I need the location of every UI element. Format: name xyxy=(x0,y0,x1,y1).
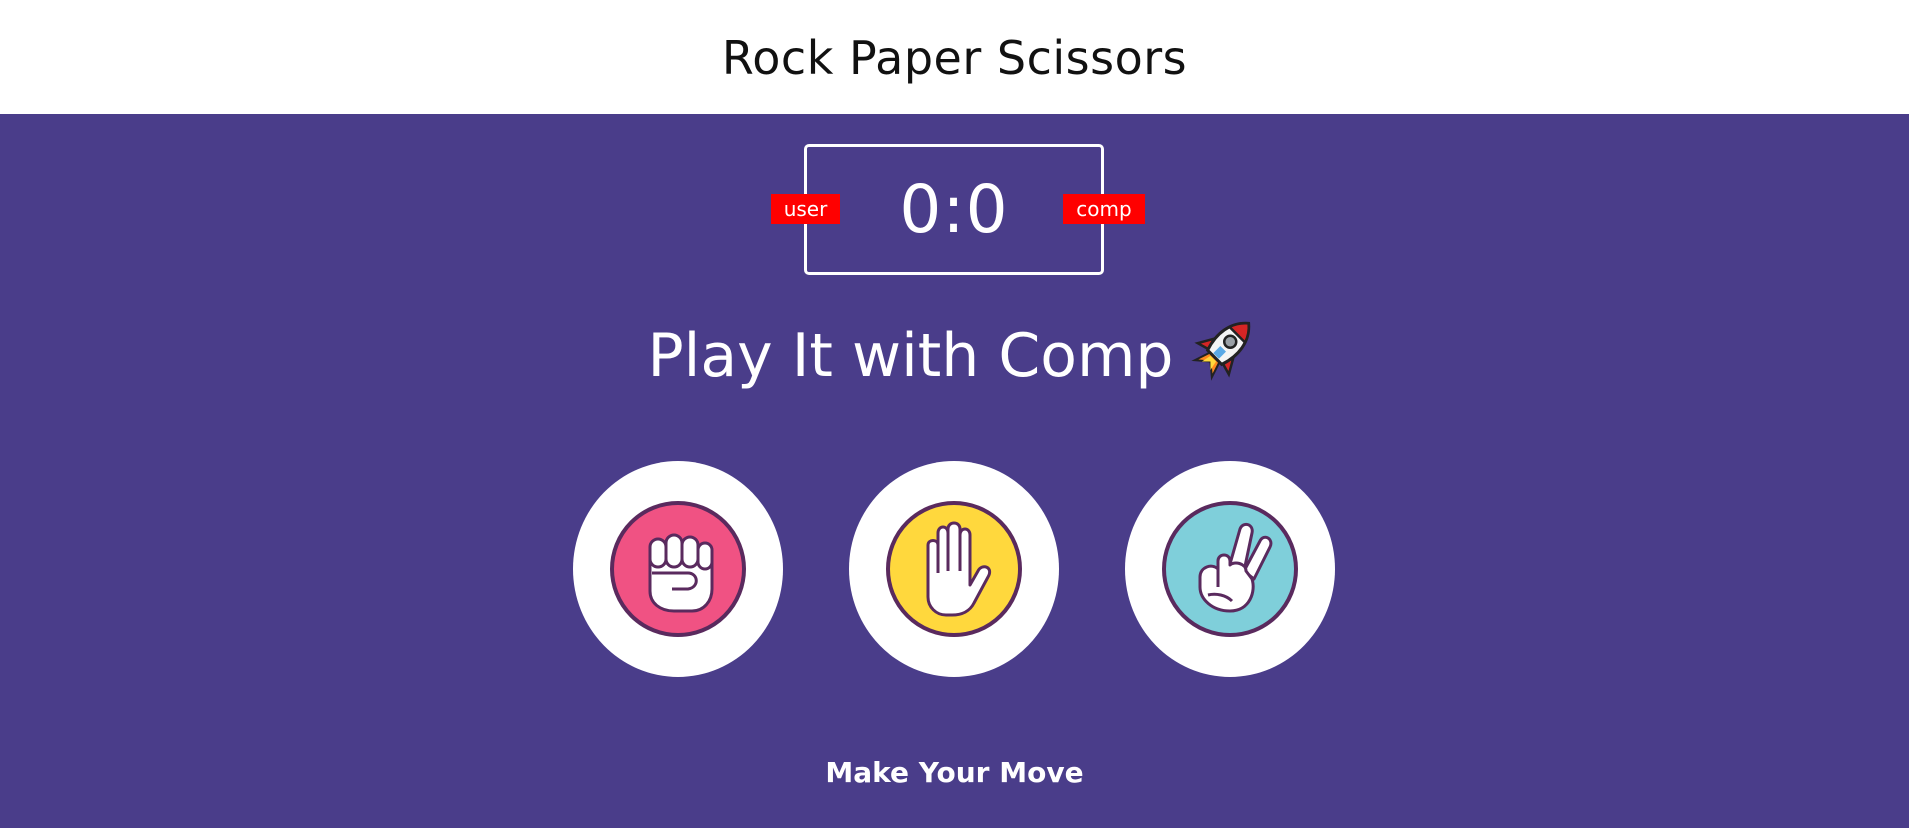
user-score-badge: user xyxy=(771,194,840,224)
paper-button[interactable] xyxy=(849,461,1059,677)
headline: Play It with Comp xyxy=(0,310,1909,397)
score-display: 0:0 xyxy=(899,171,1009,248)
fist-icon xyxy=(610,501,746,637)
header-bar: Rock Paper Scissors xyxy=(0,0,1909,114)
peace-hand-icon xyxy=(1162,501,1298,637)
scissors-button[interactable] xyxy=(1125,461,1335,677)
status-message: Make Your Move xyxy=(825,756,1084,789)
open-hand-icon xyxy=(886,501,1022,637)
comp-score-badge: comp xyxy=(1063,194,1145,224)
scoreboard: 0:0 xyxy=(804,144,1104,275)
app-title: Rock Paper Scissors xyxy=(721,31,1188,85)
headline-text: Play It with Comp xyxy=(647,321,1174,391)
rocket-icon xyxy=(1190,310,1262,397)
rock-button[interactable] xyxy=(573,461,783,677)
